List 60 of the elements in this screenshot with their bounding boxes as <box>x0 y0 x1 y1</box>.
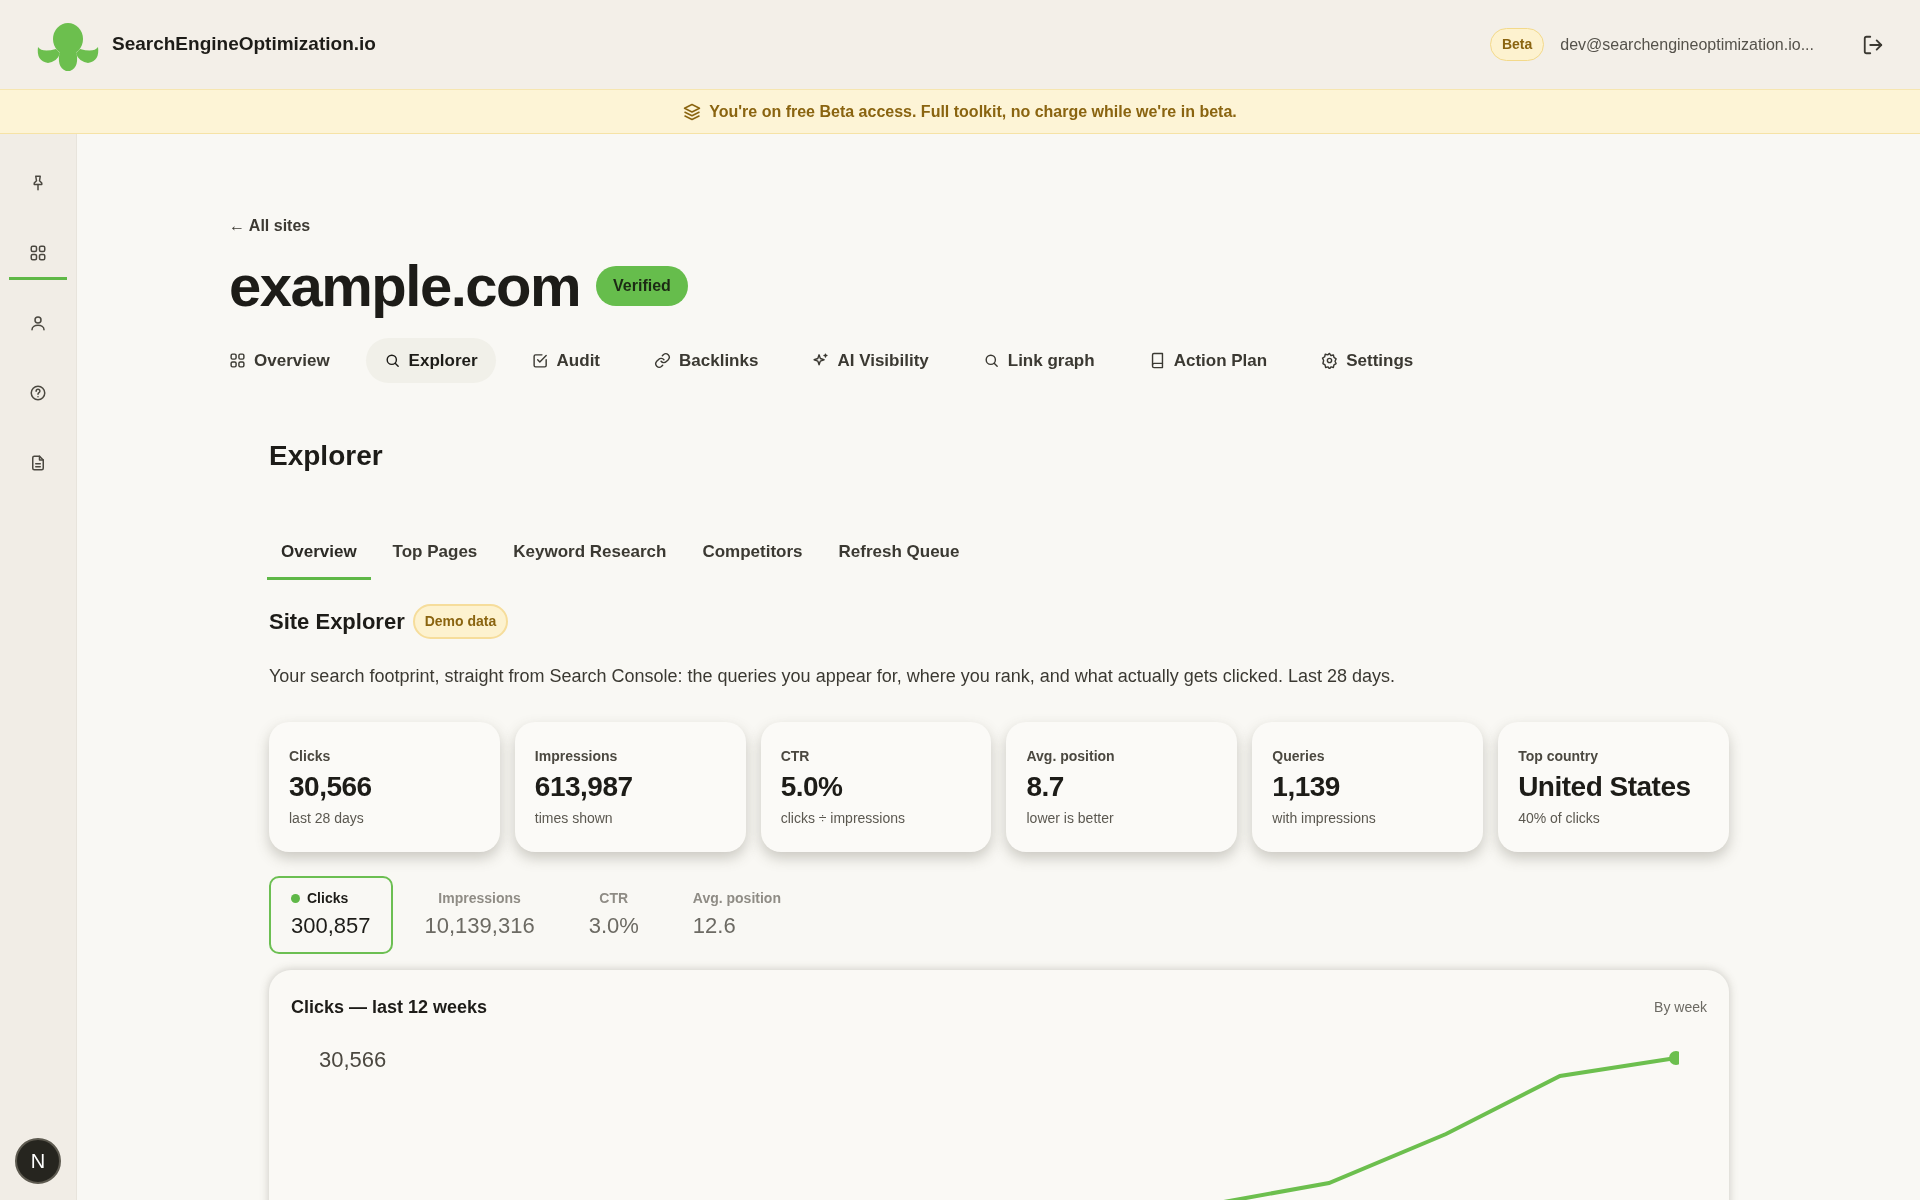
section-heading: Site Explorer <box>269 607 405 636</box>
document-icon <box>29 453 47 472</box>
stat-label: Top country <box>1518 746 1598 766</box>
logout-icon[interactable] <box>1862 33 1884 56</box>
metric-tab[interactable]: CTR 3.0% <box>566 875 661 954</box>
nav-tab[interactable]: Action Plan <box>1130 337 1286 384</box>
nav-tab[interactable]: Overview <box>211 337 348 384</box>
site-title: example.com <box>229 254 580 318</box>
brand-name: SearchEngineOptimization.io <box>112 32 376 57</box>
checkbox-icon <box>531 352 549 370</box>
nav-tab[interactable]: AI Visibility <box>794 337 947 384</box>
stat-note: with impressions <box>1272 808 1376 828</box>
stat-value: 613,987 <box>534 769 633 804</box>
metric-tab[interactable]: Impressions 10,139,316 <box>402 875 557 954</box>
stat-label: Avg. position <box>1026 746 1115 766</box>
value-label: 30,566 <box>319 1046 387 1072</box>
help-icon <box>29 383 47 402</box>
nav-tab[interactable]: Audit <box>513 337 619 384</box>
stat-value: 8.7 <box>1026 769 1064 804</box>
layers-icon <box>683 102 702 121</box>
stat-note: last 28 days <box>289 808 364 828</box>
stat-note: lower is better <box>1026 808 1114 828</box>
sub-tab[interactable]: Keyword Research <box>499 529 681 580</box>
beta-badge: Beta <box>1489 28 1545 61</box>
chart-title: Clicks — last 12 weeks <box>291 995 488 1019</box>
period-label: By week <box>1654 997 1707 1017</box>
section-title: Explorer <box>268 439 384 474</box>
description: Your search footprint, straight from Search Console: the queries you appear for, where you rank, and what actually gets clicked. Last 28 days. <box>269 664 1396 688</box>
nav-tab[interactable]: Link graph <box>964 337 1113 384</box>
stat-value: 30,566 <box>289 769 372 804</box>
grid-icon <box>29 243 47 262</box>
stat-label: CTR <box>780 746 810 766</box>
sub-tab[interactable]: Top Pages <box>378 529 492 580</box>
stat-value: 1,139 <box>1272 769 1340 804</box>
nav-tab[interactable]: Settings <box>1303 337 1432 384</box>
user-email: dev@searchengineoptimization.io... <box>1560 34 1814 55</box>
stat-value: United States <box>1518 769 1691 804</box>
nav-tab[interactable]: Backlinks <box>636 337 777 384</box>
stat-label: Queries <box>1272 746 1325 766</box>
back-link[interactable]: ← All sites <box>229 217 311 234</box>
link-icon <box>654 352 672 370</box>
metric-tab[interactable]: Avg. position 12.6 <box>670 875 803 954</box>
gear-icon <box>1321 352 1339 370</box>
nav-tab[interactable]: Explorer <box>365 337 496 384</box>
grid-icon <box>229 352 246 370</box>
status-badge: Verified <box>596 265 688 306</box>
user-icon <box>29 313 47 332</box>
beta-notice: You're on free Beta access. Full toolkit, no charge while we're in beta. <box>709 101 1237 122</box>
stat-label: Clicks <box>289 746 331 766</box>
stat-note: clicks ÷ impressions <box>780 808 906 828</box>
demo-badge: Demo data <box>412 603 509 639</box>
stat-label: Impressions <box>534 746 618 766</box>
sub-tab[interactable]: Competitors <box>688 529 817 580</box>
metric-tab[interactable]: Clicks 300,857 <box>269 875 393 954</box>
avatar[interactable]: N <box>15 1138 61 1184</box>
sub-tab[interactable]: Overview <box>267 529 371 580</box>
stat-note: times shown <box>534 808 613 828</box>
stat-value: 5.0% <box>780 769 843 804</box>
stat-note: 40% of clicks <box>1518 808 1600 828</box>
sub-tab[interactable]: Refresh Queue <box>824 529 974 580</box>
